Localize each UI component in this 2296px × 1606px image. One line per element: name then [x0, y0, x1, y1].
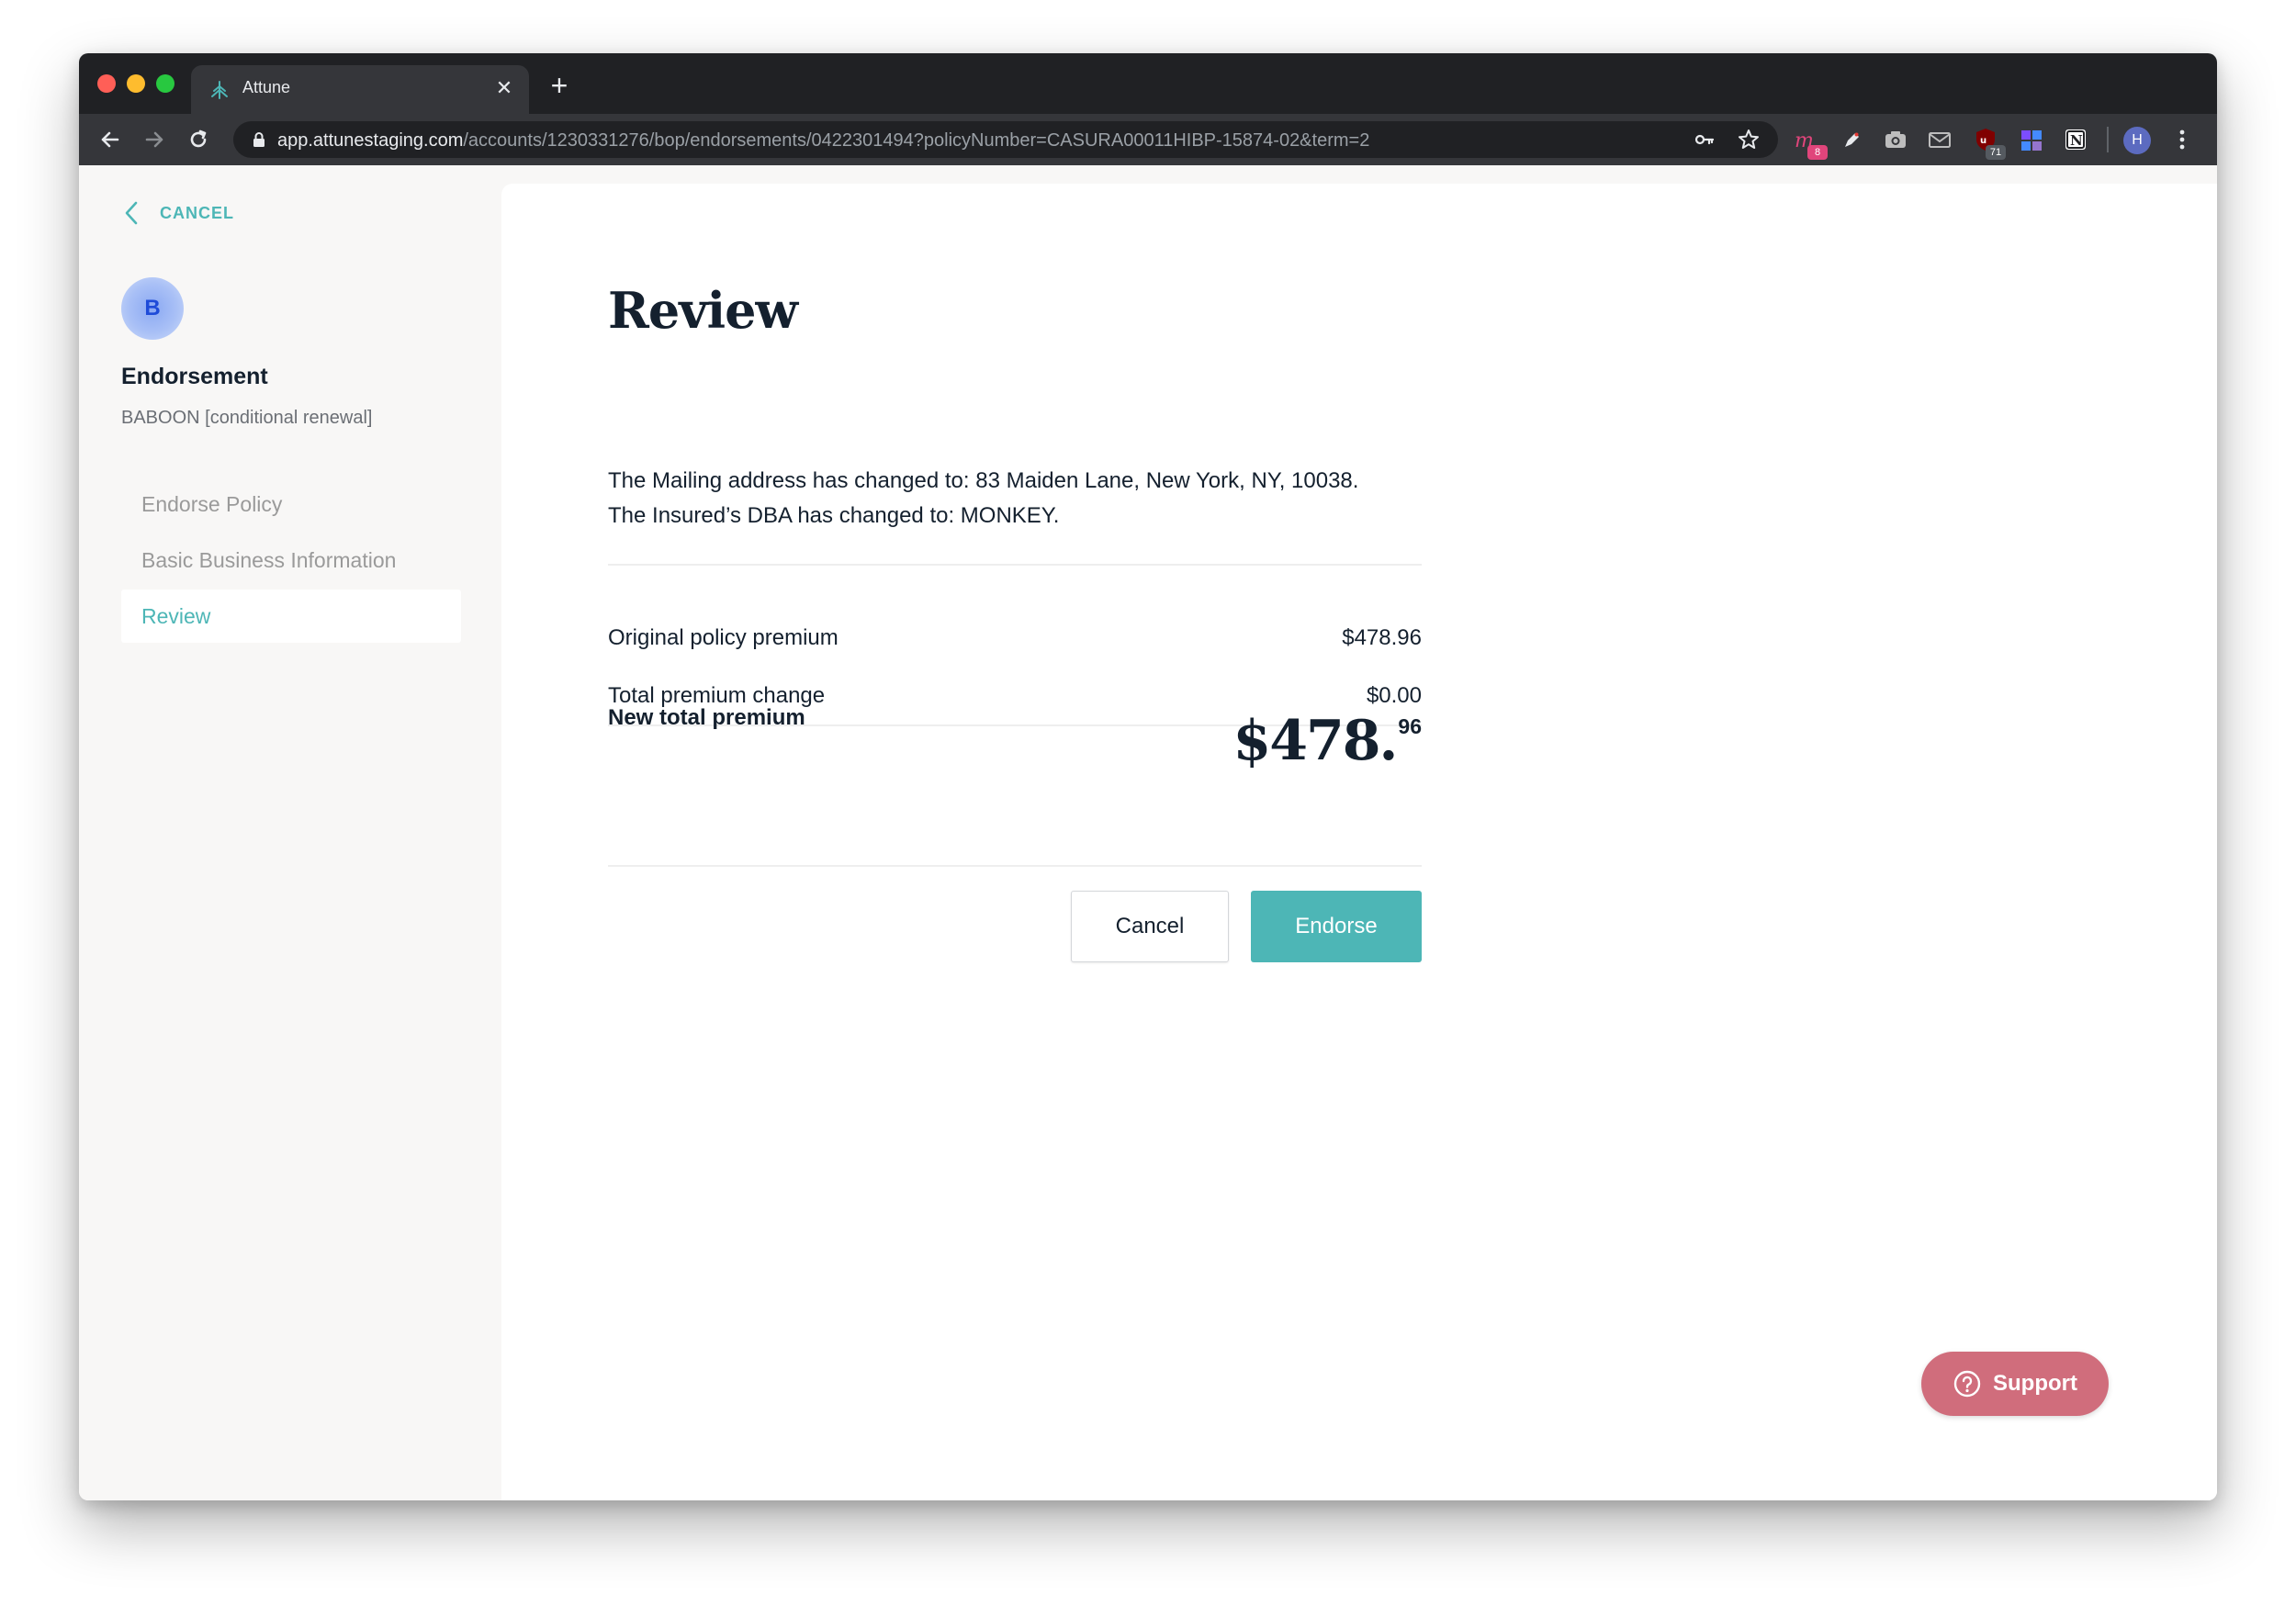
browser-toolbar: app.attunestaging.com/accounts/123033127…	[79, 114, 2217, 165]
support-button[interactable]: Support	[1921, 1352, 2109, 1416]
divider	[608, 564, 1422, 566]
step-review[interactable]: Review	[121, 590, 461, 643]
url-text: app.attunestaging.com/accounts/123033127…	[277, 130, 1369, 152]
profile-avatar[interactable]: H	[2123, 127, 2151, 154]
close-window-button[interactable]	[97, 74, 116, 93]
support-button-label: Support	[1993, 1371, 2077, 1396]
step-basic-business-information[interactable]: Basic Business Information	[121, 533, 461, 587]
browser-window: Attune ✕ + app.attunestaging.com/account…	[79, 53, 2217, 1500]
ublock-extension-icon[interactable]: u 71	[1971, 125, 2006, 160]
camera-extension-icon[interactable]	[1881, 125, 1910, 154]
ublock-extension-badge: 71	[1986, 145, 2006, 160]
tab-title: Attune	[242, 78, 291, 96]
toolbar-separator	[2107, 127, 2109, 152]
help-circle-icon	[1953, 1370, 1981, 1398]
premium-change-value: $0.00	[1366, 683, 1422, 708]
change-line-dba: The Insured’s DBA has changed to: MONKEY…	[608, 503, 1060, 528]
m-extension-icon[interactable]: m 8	[1793, 125, 1828, 160]
svg-text:u: u	[1980, 136, 1986, 146]
lock-icon	[253, 132, 264, 147]
browser-tab[interactable]: Attune ✕	[191, 65, 529, 114]
new-total-premium-label: New total premium	[608, 705, 805, 730]
new-total-premium-value: $478.96	[1233, 709, 1422, 773]
change-line-mailing-address: The Mailing address has changed to: 83 M…	[608, 468, 1359, 493]
review-panel: Review The Mailing address has changed t…	[501, 184, 2217, 1500]
bookmark-star-icon[interactable]	[1736, 127, 1761, 152]
new-tab-icon[interactable]: +	[542, 68, 577, 103]
new-total-premium-cents: 96	[1398, 714, 1422, 738]
original-premium-label: Original policy premium	[608, 625, 838, 650]
forward-arrow-icon[interactable]	[138, 123, 171, 156]
chevron-left-icon	[125, 201, 138, 225]
chrome-menu-icon[interactable]	[2173, 125, 2191, 154]
page-content: CANCEL B Endorsement BABOON [conditional…	[79, 165, 2217, 1500]
key-icon[interactable]	[1692, 127, 1717, 152]
cancel-link-label: CANCEL	[160, 203, 234, 222]
address-bar[interactable]: app.attunestaging.com/accounts/123033127…	[233, 121, 1778, 158]
minimize-window-button[interactable]	[127, 74, 145, 93]
step-nav: Endorse Policy Basic Business Informatio…	[121, 477, 461, 646]
back-arrow-icon[interactable]	[94, 123, 127, 156]
sidebar-subtitle: BABOON [conditional renewal]	[121, 408, 373, 428]
page-title: Review	[608, 281, 798, 340]
endorse-button[interactable]: Endorse	[1251, 891, 1422, 962]
grid-extension-icon[interactable]	[2017, 125, 2046, 154]
url-path: /accounts/1230331276/bop/endorsements/04…	[463, 130, 1370, 151]
account-avatar: B	[121, 277, 184, 340]
m-extension-badge: 8	[1807, 145, 1828, 160]
tab-strip: Attune ✕ +	[79, 53, 2217, 114]
cancel-button[interactable]: Cancel	[1071, 891, 1229, 962]
svg-text:N: N	[2070, 132, 2083, 149]
step-endorse-policy[interactable]: Endorse Policy	[121, 477, 461, 531]
new-total-premium-dollars: $478.	[1232, 709, 1399, 773]
sidebar-title: Endorsement	[121, 364, 268, 389]
divider	[608, 865, 1422, 867]
tab-close-icon[interactable]: ✕	[490, 74, 518, 102]
url-host: app.attunestaging.com	[277, 130, 464, 151]
pen-extension-icon[interactable]	[1837, 125, 1866, 154]
attune-logo-icon	[211, 81, 228, 99]
reload-icon[interactable]	[182, 123, 215, 156]
notion-extension-icon[interactable]: N	[2061, 125, 2090, 154]
maximize-window-button[interactable]	[156, 74, 174, 93]
mail-extension-icon[interactable]	[1925, 125, 1954, 154]
cancel-link[interactable]: CANCEL	[123, 197, 234, 230]
original-premium-value: $478.96	[1342, 625, 1422, 650]
sidebar: CANCEL B Endorsement BABOON [conditional…	[79, 165, 501, 1500]
